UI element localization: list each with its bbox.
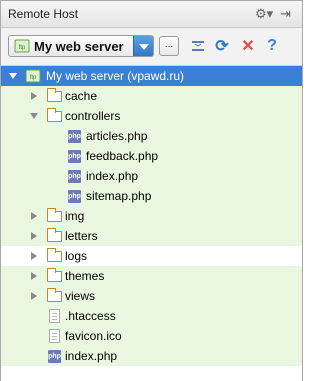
toolbar: ftp My web server ... ⟳ ✕ ? [1, 28, 302, 65]
expand-arrow-icon[interactable] [9, 73, 17, 79]
file-icon [49, 329, 60, 343]
tree-row[interactable]: php articles.php [1, 126, 302, 146]
tree-item-label: favicon.ico [65, 329, 122, 343]
tree-root-row[interactable]: ftp My web server (vpawd.ru) [1, 66, 302, 86]
expand-arrow-icon[interactable] [30, 113, 38, 119]
folder-icon [47, 108, 62, 122]
help-icon[interactable]: ? [263, 37, 281, 55]
tree-item-label: articles.php [86, 129, 148, 143]
tree-row[interactable]: .htaccess [1, 306, 302, 326]
remote-host-panel: Remote Host ⚙▾ ⇥ ftp My web server ... ⟳… [0, 0, 303, 381]
folder-icon [47, 268, 62, 282]
svg-text:ftp: ftp [19, 45, 26, 51]
close-icon[interactable]: ✕ [239, 37, 257, 55]
php-file-icon: php [48, 350, 61, 363]
tree-item-label: .htaccess [65, 309, 116, 323]
folder-icon [47, 248, 62, 262]
expand-arrow-icon[interactable] [31, 272, 37, 280]
ftp-icon: ftp [14, 39, 30, 53]
gear-icon[interactable]: ⚙▾ [255, 6, 273, 22]
remote-file-tree: ftp My web server (vpawd.ru) cache contr… [1, 65, 302, 381]
expand-arrow-icon[interactable] [31, 92, 37, 100]
tree-item-label: logs [65, 249, 88, 263]
php-file-icon: php [68, 150, 81, 163]
tree-row[interactable]: controllers [1, 106, 302, 126]
tree-item-label: index.php [65, 349, 118, 363]
refresh-icon[interactable]: ⟳ [213, 37, 231, 55]
folder-icon [47, 228, 62, 242]
tree-item-label: views [65, 289, 96, 303]
tree-root-label: My web server (vpawd.ru) [46, 69, 185, 83]
expand-arrow-icon[interactable] [31, 212, 37, 220]
php-file-icon: php [68, 190, 81, 203]
expand-arrow-icon[interactable] [31, 292, 37, 300]
panel-title: Remote Host [8, 7, 79, 21]
panel-titlebar: Remote Host ⚙▾ ⇥ [1, 1, 302, 28]
tree-item-label: feedback.php [86, 149, 159, 163]
collapse-all-icon[interactable] [189, 37, 207, 55]
folder-icon [47, 208, 62, 222]
server-select-value: My web server [34, 39, 124, 54]
php-file-icon: php [68, 170, 81, 183]
tree-item-label: themes [65, 269, 105, 283]
expand-arrow-icon[interactable] [31, 252, 37, 260]
folder-icon [47, 88, 62, 102]
tree-item-label: controllers [65, 109, 121, 123]
tree-row[interactable]: themes [1, 266, 302, 286]
tree-row[interactable]: php index.php [1, 166, 302, 186]
expand-arrow-icon[interactable] [31, 232, 37, 240]
svg-text:ftp: ftp [30, 75, 37, 81]
tree-item-label: img [65, 209, 85, 223]
tree-row[interactable]: cache [1, 86, 302, 106]
file-icon [49, 309, 60, 323]
php-file-icon: php [68, 130, 81, 143]
chevron-down-icon[interactable] [133, 36, 153, 56]
tree-row[interactable]: php index.php [1, 346, 302, 366]
tree-row[interactable]: views [1, 286, 302, 306]
tree-item-label: index.php [86, 169, 139, 183]
tree-item-label: sitemap.php [86, 189, 152, 203]
server-select[interactable]: ftp My web server [8, 35, 154, 57]
tree-row[interactable]: php sitemap.php [1, 186, 302, 206]
tree-row[interactable]: php feedback.php [1, 146, 302, 166]
pin-icon[interactable]: ⇥ [280, 6, 291, 22]
tree-row[interactable]: favicon.ico [1, 326, 302, 346]
ftp-icon: ftp [25, 69, 41, 83]
folder-icon [47, 288, 62, 302]
tree-row[interactable]: logs [1, 246, 302, 266]
tree-item-label: letters [65, 229, 98, 243]
tree-row[interactable]: letters [1, 226, 302, 246]
more-button[interactable]: ... [159, 36, 179, 56]
tree-item-label: cache [65, 89, 98, 103]
tree-row[interactable]: img [1, 206, 302, 226]
